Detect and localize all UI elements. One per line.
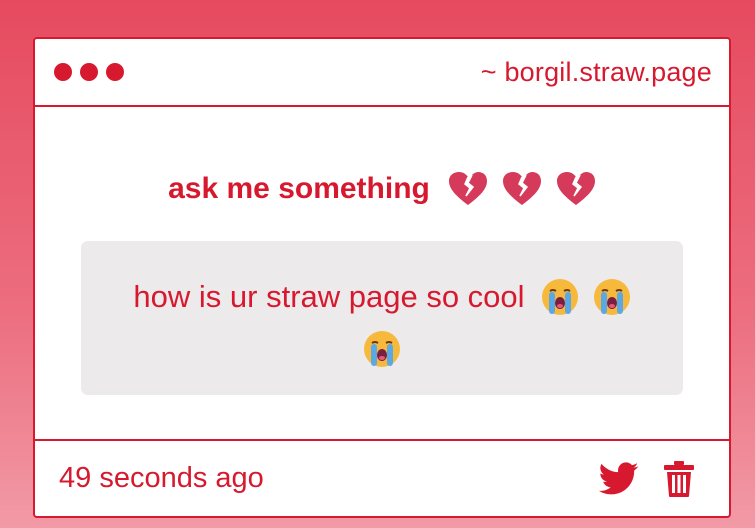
broken-heart-icon [556, 172, 595, 205]
question-line-2 [101, 323, 663, 375]
ask-card: ~ borgil.straw.page ask me something how… [33, 37, 731, 518]
site-url[interactable]: ~ borgil.straw.page [481, 57, 712, 88]
ask-prompt-text: ask me something [168, 172, 430, 205]
share-twitter-button[interactable] [599, 461, 639, 496]
question-box: how is ur straw page so cool [81, 241, 683, 395]
prompt-emoji-row [448, 171, 596, 207]
window-dot [106, 63, 124, 81]
question-text: how is ur straw page so cool [133, 279, 525, 314]
timestamp: 49 seconds ago [59, 462, 264, 494]
question-line: how is ur straw page so cool [101, 271, 663, 323]
twitter-bird-icon [599, 461, 639, 494]
card-footer: 49 seconds ago [35, 439, 729, 516]
window-titlebar: ~ borgil.straw.page [35, 39, 729, 107]
trash-icon [664, 460, 694, 497]
loudly-crying-face-icon [364, 331, 400, 367]
card-content: ask me something how is ur straw page so [35, 107, 729, 439]
window-dot [80, 63, 98, 81]
action-buttons [599, 460, 695, 498]
window-controls [54, 63, 124, 81]
window-dot [54, 63, 72, 81]
broken-heart-icon [448, 172, 487, 205]
ask-prompt: ask me something [168, 169, 596, 209]
loudly-crying-face-icon [541, 279, 578, 315]
question-emoji-row [541, 278, 631, 316]
broken-heart-icon [502, 172, 541, 205]
loudly-crying-face-icon [593, 279, 630, 315]
delete-button[interactable] [663, 460, 695, 498]
